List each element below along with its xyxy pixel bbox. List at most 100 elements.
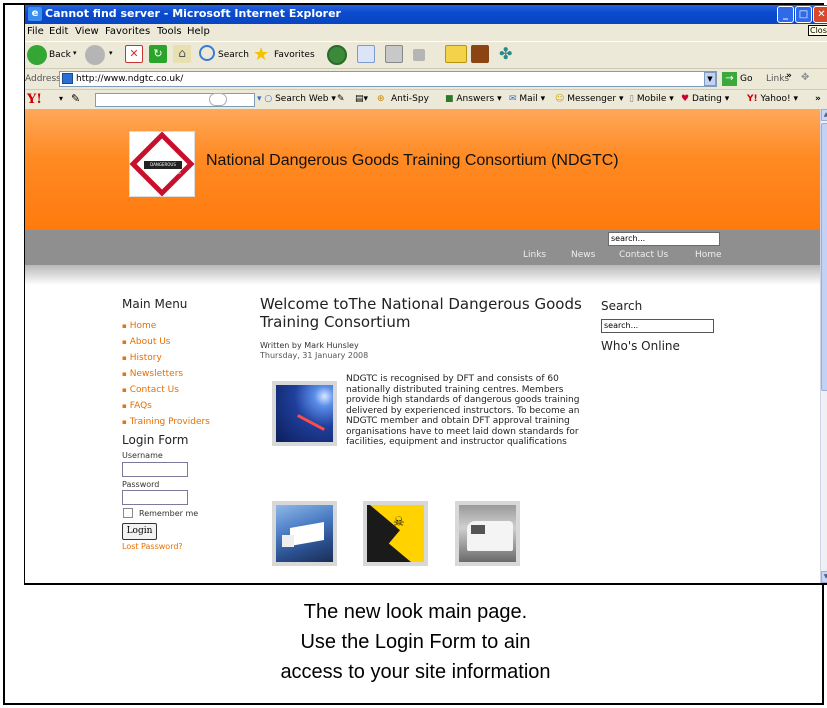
password-input[interactable] — [122, 490, 188, 505]
remember-me-checkbox[interactable] — [123, 508, 133, 518]
mail-link[interactable]: ✉ Mail ▾ — [509, 94, 545, 104]
menu-favorites[interactable]: Favorites — [105, 26, 150, 37]
star-icon[interactable]: ★ — [253, 44, 269, 65]
forward-arrow-icon[interactable] — [85, 45, 105, 65]
menu-item-training-providers[interactable]: Training Providers — [122, 417, 210, 427]
minimize-button[interactable]: _ — [777, 6, 794, 23]
nav-shadow — [25, 265, 820, 285]
ie-icon: e — [28, 7, 42, 21]
van-window-shape — [471, 525, 485, 534]
print-icon[interactable] — [385, 45, 403, 63]
yahoo-search-input[interactable] — [95, 93, 255, 107]
dating-link[interactable]: ♥ Dating ▾ — [681, 94, 729, 104]
yahoo-dropdown-icon[interactable]: ▾ — [59, 94, 63, 103]
scroll-thumb[interactable] — [821, 123, 827, 391]
pencil-icon[interactable]: ✎ — [71, 92, 80, 105]
favorites-label[interactable]: Favorites — [274, 50, 315, 60]
anti-spy-icon[interactable]: ⊕ — [377, 94, 385, 104]
search-label[interactable]: Search — [218, 50, 249, 60]
go-arrow-icon[interactable]: → — [722, 72, 737, 86]
forward-dropdown-icon[interactable]: ▾ — [109, 49, 113, 57]
stop-icon[interactable]: ✕ — [125, 45, 143, 63]
truck-cab-shape — [282, 535, 294, 547]
login-button[interactable]: Login — [122, 523, 157, 540]
truck-box-shape — [290, 522, 324, 546]
maximize-button[interactable]: □ — [795, 6, 812, 23]
right-search-input[interactable]: search... — [601, 319, 714, 333]
answers-link[interactable]: ■ Answers ▾ — [445, 94, 502, 104]
messenger-label: Messenger — [567, 94, 617, 104]
search-icon[interactable] — [199, 45, 215, 61]
menu-item-newsletters[interactable]: Newsletters — [122, 369, 183, 379]
site-header: DANGEROUS GOODS TRAINING National Danger… — [25, 109, 820, 230]
browser-screenshot: e Cannot find server - Microsoft Interne… — [24, 5, 827, 585]
research-icon[interactable] — [471, 45, 489, 63]
username-input[interactable] — [122, 462, 188, 477]
menu-tools[interactable]: Tools — [157, 26, 182, 37]
nav-links[interactable]: Links — [523, 250, 546, 260]
back-label[interactable]: Back — [49, 50, 71, 60]
menu-help[interactable]: Help — [187, 26, 210, 37]
search-web-dropdown-icon[interactable]: ▾ ○ — [257, 94, 275, 104]
chevron-right-icon[interactable]: » — [815, 94, 821, 104]
site-logo[interactable]: DANGEROUS GOODS TRAINING — [129, 131, 195, 197]
search-oval-icon — [209, 93, 227, 106]
remember-me-label: Remember me — [139, 509, 199, 518]
nav-home[interactable]: Home — [695, 250, 722, 260]
menu-item-home[interactable]: Home — [122, 321, 157, 331]
mail-icon[interactable] — [357, 45, 375, 63]
dating-label: Dating — [691, 94, 722, 104]
danger-sign-image: ☠ — [363, 501, 428, 566]
yahoo-logo-icon[interactable]: Y! — [27, 92, 42, 107]
address-dropdown-icon[interactable]: ▼ — [704, 72, 716, 86]
history-icon[interactable] — [327, 45, 347, 65]
messenger-icon[interactable]: ✤ — [499, 44, 512, 63]
menu-item-about-us[interactable]: About Us — [122, 337, 171, 347]
address-input[interactable]: http://www.ndgtc.co.uk/ — [59, 71, 717, 87]
title-bar: e Cannot find server - Microsoft Interne… — [25, 5, 827, 24]
anti-spy-link[interactable]: Anti-Spy — [391, 94, 429, 104]
menu-file[interactable]: File — [27, 26, 44, 37]
caption-line-1: The new look main page. — [303, 601, 528, 623]
truck-image — [272, 501, 337, 566]
menu-edit[interactable]: Edit — [49, 26, 68, 37]
extra-toolbar-icon[interactable]: ✥ — [801, 72, 809, 83]
folder-icon[interactable] — [445, 45, 467, 63]
yahoo-link[interactable]: Y! Yahoo! ▾ — [747, 94, 798, 104]
back-dropdown-icon[interactable]: ▾ — [73, 49, 77, 57]
edit-icon[interactable] — [413, 49, 425, 61]
back-arrow-icon[interactable] — [27, 45, 47, 65]
chevron-right-icon[interactable]: » — [786, 71, 792, 81]
site-search-input[interactable]: search... — [608, 232, 720, 246]
article-date: Thursday, 31 January 2008 — [260, 351, 369, 360]
nav-contact-us[interactable]: Contact Us — [619, 250, 668, 260]
menu-item-contact-us[interactable]: Contact Us — [122, 385, 179, 395]
window-title: Cannot find server - Microsoft Internet … — [45, 7, 341, 20]
yahoo-toolbar: Y! ▾ ✎ ▾ ○ Search Web ▾ ✎ ▤▾ ⊕ Anti-Spy … — [25, 89, 827, 109]
refresh-icon[interactable]: ↻ — [149, 45, 167, 63]
menu-bar: File Edit View Favorites Tools Help — [25, 24, 827, 41]
article-text: NDGTC is recognised by DFT and consists … — [346, 374, 580, 447]
go-button[interactable]: Go — [740, 74, 752, 84]
scroll-down-icon[interactable]: ▼ — [821, 571, 827, 583]
mobile-link[interactable]: ▯ Mobile ▾ — [629, 94, 674, 104]
vertical-scrollbar[interactable]: ▲ ▼ — [820, 109, 827, 583]
menu-item-history[interactable]: History — [122, 353, 162, 363]
popup-blocker-icon[interactable]: ▤▾ — [355, 94, 368, 104]
van-image — [455, 501, 520, 566]
standard-toolbar: Back ▾ ▾ ✕ ↻ ⌂ Search ★ Favorites ✤ — [25, 41, 827, 68]
close-button[interactable]: ✕ — [813, 6, 827, 23]
search-web-label: Search Web — [275, 94, 329, 104]
search-heading: Search — [601, 299, 643, 313]
highlight-icon[interactable]: ✎ — [337, 94, 345, 104]
search-web-button[interactable]: ▾ ○ Search Web ▾ — [257, 94, 336, 104]
lost-password-link[interactable]: Lost Password? — [122, 542, 183, 551]
page-icon — [62, 73, 73, 84]
menu-view[interactable]: View — [75, 26, 99, 37]
address-bar: Address http://www.ndgtc.co.uk/ ▼ → Go L… — [25, 68, 827, 89]
nav-news[interactable]: News — [571, 250, 595, 260]
scroll-up-icon[interactable]: ▲ — [821, 109, 827, 121]
messenger-link[interactable]: ☺ Messenger ▾ — [555, 94, 624, 104]
menu-item-faqs[interactable]: FAQs — [122, 401, 152, 411]
home-icon[interactable]: ⌂ — [173, 45, 191, 63]
